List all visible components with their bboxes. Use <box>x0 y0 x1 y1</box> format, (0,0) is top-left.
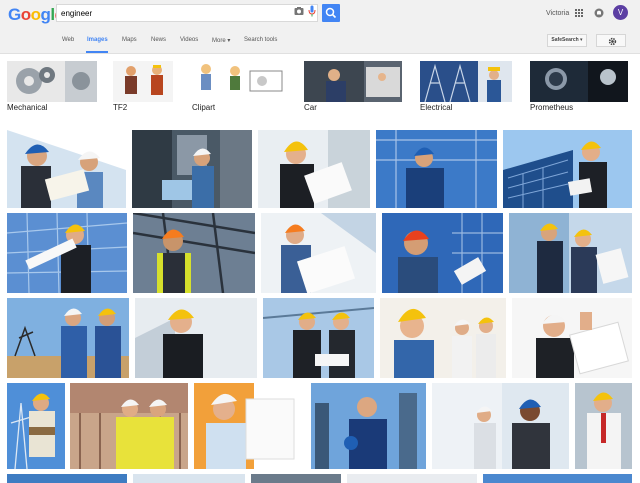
related-label: Electrical <box>420 103 453 112</box>
user-name[interactable]: Victoria <box>546 10 569 17</box>
image-result[interactable] <box>133 213 255 293</box>
image-result[interactable] <box>376 130 497 208</box>
image-result[interactable] <box>575 383 632 469</box>
related-search-clipart[interactable]: Clipart <box>192 61 287 115</box>
image-result[interactable] <box>347 474 477 483</box>
avatar[interactable]: V <box>613 5 628 20</box>
image-result[interactable] <box>7 383 65 469</box>
safesearch-button[interactable]: SafeSearch ▾ <box>547 34 587 47</box>
image-result[interactable] <box>261 213 376 293</box>
image-result[interactable] <box>132 130 252 208</box>
image-result[interactable] <box>70 383 188 469</box>
tab-web[interactable]: Web <box>62 37 74 43</box>
image-result[interactable] <box>194 383 305 469</box>
search-box <box>56 4 318 22</box>
related-thumbnail <box>420 61 512 102</box>
tab-news[interactable]: News <box>151 37 166 43</box>
related-search-mechanical[interactable]: Mechanical <box>7 61 97 115</box>
tab-maps[interactable]: Maps <box>122 37 137 43</box>
related-thumbnail <box>7 61 97 102</box>
search-icon <box>325 7 337 19</box>
notifications-icon[interactable] <box>594 8 604 18</box>
image-result[interactable] <box>251 474 341 483</box>
tab-more[interactable]: More ▾ <box>212 37 230 44</box>
image-result[interactable] <box>512 298 632 378</box>
related-thumbnail <box>530 61 628 102</box>
active-tab-indicator <box>86 51 108 53</box>
related-search-car[interactable]: Car <box>304 61 402 115</box>
apps-grid-icon[interactable] <box>575 9 583 17</box>
image-result[interactable] <box>135 298 257 378</box>
image-result[interactable] <box>263 298 374 378</box>
related-label: Car <box>304 103 317 112</box>
related-label: Clipart <box>192 103 216 112</box>
tab-images[interactable]: Images <box>87 37 108 43</box>
related-thumbnail <box>192 61 287 102</box>
image-result[interactable] <box>7 298 129 378</box>
related-label: TF2 <box>113 103 128 112</box>
search-input[interactable] <box>61 6 287 21</box>
image-result[interactable] <box>509 213 632 293</box>
image-result[interactable] <box>7 130 126 208</box>
image-result[interactable] <box>483 474 632 483</box>
related-search-electrical[interactable]: Electrical <box>420 61 512 115</box>
image-result[interactable] <box>380 298 506 378</box>
image-result[interactable] <box>133 474 245 483</box>
image-result[interactable] <box>503 130 632 208</box>
search-button[interactable] <box>322 4 340 22</box>
microphone-icon[interactable] <box>308 5 316 17</box>
image-result[interactable] <box>7 213 127 293</box>
image-result[interactable] <box>432 383 569 469</box>
tab-search-tools[interactable]: Search tools <box>244 37 277 43</box>
related-search-prometheus[interactable]: Prometheus <box>530 61 628 115</box>
tab-videos[interactable]: Videos <box>180 37 198 43</box>
image-result[interactable] <box>311 383 426 469</box>
image-result[interactable] <box>382 213 503 293</box>
camera-icon[interactable] <box>294 6 304 16</box>
related-label: Mechanical <box>7 103 48 112</box>
gear-icon <box>608 37 617 46</box>
related-label: Prometheus <box>530 103 574 112</box>
related-thumbnail <box>304 61 402 102</box>
settings-button[interactable] <box>596 34 626 47</box>
related-thumbnail <box>113 61 173 102</box>
related-search-tf2[interactable]: TF2 <box>113 61 173 115</box>
header-bar: Google Victoria V Web Images Maps News <box>0 0 640 54</box>
image-result[interactable] <box>258 130 370 208</box>
image-result[interactable] <box>7 474 127 483</box>
